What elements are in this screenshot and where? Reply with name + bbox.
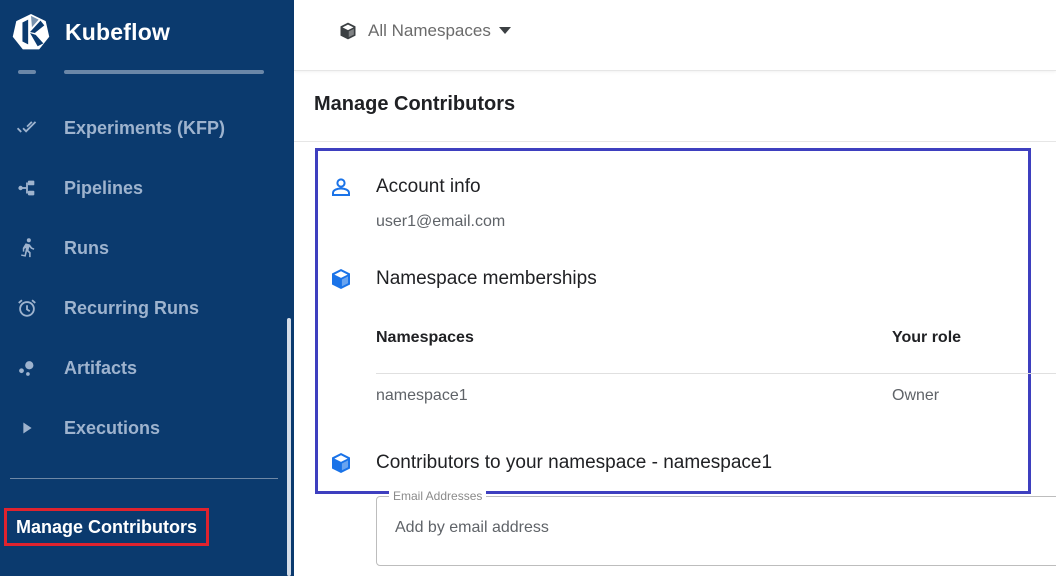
contributors-header: Contributors to your namespace - namespa… bbox=[328, 450, 772, 476]
person-outline-icon bbox=[328, 174, 354, 200]
namespace-memberships-title: Namespace memberships bbox=[376, 268, 597, 289]
cube-icon bbox=[328, 266, 354, 292]
contributors-title: Contributors to your namespace - namespa… bbox=[376, 452, 773, 473]
namespace-memberships-header: Namespace memberships bbox=[328, 266, 597, 292]
sidebar-item-label: Recurring Runs bbox=[64, 297, 200, 318]
sidebar-item-label: Pipelines bbox=[64, 177, 144, 198]
sidebar-item-runs[interactable]: Runs bbox=[0, 218, 282, 278]
namespace-selector-label: All Namespaces bbox=[368, 21, 491, 40]
directions-run-icon bbox=[14, 235, 40, 261]
kubeflow-logo-icon bbox=[12, 13, 50, 50]
brand[interactable]: Kubeflow bbox=[12, 8, 170, 56]
sidebar-item-experiments-kfp[interactable]: Experiments (KFP) bbox=[0, 98, 282, 158]
sidebar: Kubeflow Experiments (KFP) Pipelines Run… bbox=[0, 0, 294, 576]
sidebar-item-manage-contributors[interactable]: Manage Contributors bbox=[4, 508, 210, 546]
cube-icon bbox=[328, 450, 354, 476]
play-arrow-icon bbox=[14, 415, 40, 441]
sidebar-nav: Experiments (KFP) Pipelines Runs Recurri… bbox=[0, 98, 282, 458]
sidebar-item-label: Experiments (KFP) bbox=[64, 117, 226, 138]
sidebar-item-label: Executions bbox=[64, 417, 161, 438]
alarm-icon bbox=[14, 295, 40, 321]
column-header-namespaces: Namespaces bbox=[376, 329, 474, 346]
sidebar-item-label: Artifacts bbox=[64, 357, 138, 378]
role-cell: Owner bbox=[892, 387, 940, 404]
account-info-header: Account info bbox=[328, 174, 481, 200]
sidebar-scrollbar-thumb[interactable] bbox=[287, 318, 291, 576]
account-email: user1@email.com bbox=[376, 213, 506, 230]
email-addresses-field[interactable]: Email Addresses bbox=[376, 488, 1056, 566]
top-bar: All Namespaces bbox=[294, 0, 1056, 71]
namespace-selector[interactable]: All Namespaces bbox=[338, 18, 511, 44]
title-divider bbox=[294, 141, 1056, 142]
email-field-label: Email Addresses bbox=[389, 488, 487, 504]
sidebar-item-executions[interactable]: Executions bbox=[0, 398, 282, 458]
email-input[interactable] bbox=[395, 519, 995, 537]
namespace-cell: namespace1 bbox=[376, 387, 468, 404]
pipeline-icon bbox=[14, 175, 40, 201]
sidebar-divider bbox=[10, 478, 278, 479]
brand-name: Kubeflow bbox=[65, 18, 171, 45]
page-title: Manage Contributors bbox=[314, 93, 516, 115]
sidebar-item-artifacts[interactable]: Artifacts bbox=[0, 338, 282, 398]
account-info-title: Account info bbox=[376, 176, 481, 197]
cube-icon bbox=[340, 22, 356, 40]
sidebar-item-recurring-runs[interactable]: Recurring Runs bbox=[0, 278, 282, 338]
done-all-icon bbox=[14, 115, 40, 141]
caret-down-icon bbox=[498, 27, 511, 34]
sidebar-item-label: Runs bbox=[64, 237, 109, 258]
table-header-divider bbox=[376, 373, 1056, 374]
bubble-chart-icon bbox=[14, 355, 40, 381]
sidebar-item-pipelines[interactable]: Pipelines bbox=[0, 158, 282, 218]
sidebar-item-clipped[interactable] bbox=[0, 68, 282, 96]
column-header-your-role: Your role bbox=[892, 329, 962, 346]
